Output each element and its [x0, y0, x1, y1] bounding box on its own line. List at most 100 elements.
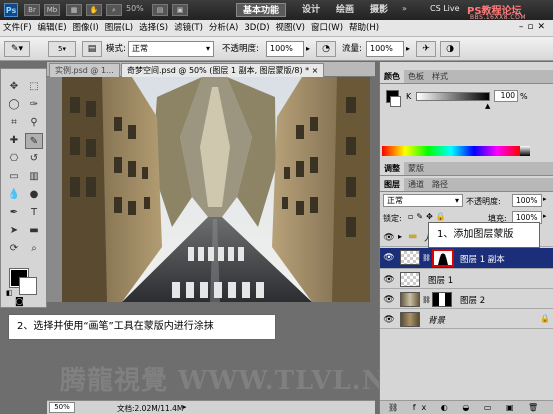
window-controls[interactable]: –▫✕: [519, 22, 549, 32]
layer-row[interactable]: 👁 图层 1: [380, 270, 553, 289]
document-canvas[interactable]: [62, 77, 370, 302]
visibility-eye-icon[interactable]: 👁: [383, 315, 395, 325]
brush-panel-toggle-icon[interactable]: ▤: [82, 41, 102, 57]
status-zoom-field[interactable]: 50%: [49, 402, 75, 413]
opacity-field[interactable]: 100%: [266, 41, 304, 57]
mini-bridge-icon[interactable]: Mb: [44, 4, 60, 16]
flow-field[interactable]: 100%: [366, 41, 404, 57]
menu-filter[interactable]: 滤镜(T): [171, 20, 206, 37]
path-select-tool-icon[interactable]: ➤: [5, 223, 23, 239]
marquee-tool-icon[interactable]: ⬚: [25, 79, 43, 95]
history-brush-tool-icon[interactable]: ↺: [25, 151, 43, 167]
clone-stamp-tool-icon[interactable]: ⎔: [5, 151, 23, 167]
menu-window[interactable]: 窗口(W): [308, 20, 346, 37]
workspace-design[interactable]: 设计: [296, 3, 326, 17]
move-tool-icon[interactable]: ✥: [5, 79, 23, 95]
menu-layer[interactable]: 图层(L): [102, 20, 136, 37]
3d-rotate-tool-icon[interactable]: ⟳: [5, 241, 23, 257]
status-menu-icon[interactable]: ▸: [183, 403, 187, 411]
visibility-eye-icon[interactable]: 👁: [383, 295, 395, 305]
brush-size-picker[interactable]: 5▾: [48, 41, 76, 57]
tab-paths[interactable]: 路径: [428, 178, 452, 191]
layer-mask-thumbnail[interactable]: [432, 249, 454, 267]
healing-brush-tool-icon[interactable]: ✚: [5, 133, 23, 149]
layers-panel-footer-icons[interactable]: ⛓ fx ◐ ◒ ▭ ▣ 🗑: [380, 400, 553, 414]
brush-tool-preset-icon[interactable]: ✎▾: [4, 41, 30, 57]
menu-help[interactable]: 帮助(H): [346, 20, 382, 37]
tab-swatches[interactable]: 色板: [404, 70, 428, 83]
brush-size-value: 5: [58, 45, 63, 53]
lasso-tool-icon[interactable]: ◯: [5, 97, 23, 113]
workspace-photography[interactable]: 摄影: [364, 3, 394, 17]
layer-row-selected[interactable]: 👁 ⛓ 图层 1 副本: [380, 248, 553, 269]
color-ramp-gray[interactable]: [520, 146, 530, 156]
screen-mode-icon[interactable]: ▣: [172, 4, 188, 16]
visibility-eye-icon[interactable]: 👁: [383, 233, 395, 243]
bridge-icon[interactable]: Br: [24, 4, 40, 16]
gradient-tool-icon[interactable]: ▥: [25, 169, 43, 185]
lock-icons[interactable]: ▫✎✥🔒: [408, 212, 449, 221]
zoom-tool-icon[interactable]: ⌕: [25, 241, 43, 257]
workspace-more-icon[interactable]: »: [402, 4, 407, 13]
blur-tool-icon[interactable]: 💧: [5, 187, 23, 203]
zoom-icon[interactable]: ⌕: [106, 4, 122, 16]
menu-file[interactable]: 文件(F): [0, 20, 35, 37]
site-watermark: 腾龍視覺 WWW.TLVL.NET: [60, 366, 428, 396]
brightness-value-field[interactable]: 100: [494, 90, 518, 102]
layer-opacity-dropdown-icon[interactable]: ▸: [543, 195, 547, 203]
tab-styles[interactable]: 样式: [428, 70, 452, 83]
workspace-essentials[interactable]: 基本功能: [236, 3, 287, 17]
layer-row[interactable]: 👁 ⛓ 图层 2: [380, 290, 553, 309]
tab-document-1[interactable]: 实例.psd @ 1...: [49, 63, 120, 77]
tablet-pressure-opacity-icon[interactable]: ◔: [316, 41, 336, 57]
visibility-eye-icon[interactable]: 👁: [383, 275, 395, 285]
document-size-info[interactable]: 文档:2.02M/11.4M: [117, 403, 183, 414]
airbrush-icon[interactable]: ✈: [416, 41, 436, 57]
menu-3d[interactable]: 3D(D): [241, 20, 272, 37]
quick-mask-icon[interactable]: ◙: [15, 297, 24, 307]
default-colors-icon[interactable]: ◧: [6, 289, 13, 297]
fill-dropdown-icon[interactable]: ▸: [543, 212, 547, 220]
eraser-tool-icon[interactable]: ▭: [5, 169, 23, 185]
tab-channels[interactable]: 通道: [404, 178, 428, 191]
opacity-dropdown-icon[interactable]: ▸: [306, 44, 310, 53]
tab-adjustments[interactable]: 调整: [380, 162, 404, 175]
menu-view[interactable]: 视图(V): [273, 20, 308, 37]
tab-layers[interactable]: 图层: [380, 178, 404, 191]
tablet-pressure-size-icon[interactable]: ◑: [440, 41, 460, 57]
hand-icon[interactable]: ✋: [86, 4, 102, 16]
view-extras-icon[interactable]: ▦: [66, 4, 82, 16]
flow-dropdown-icon[interactable]: ▸: [406, 44, 410, 53]
brightness-slider-track[interactable]: [416, 92, 490, 101]
expand-triangle-icon[interactable]: ▸: [398, 232, 402, 241]
crop-tool-icon[interactable]: ⌗: [5, 115, 23, 131]
zoom-level-dropdown[interactable]: 50%: [126, 4, 144, 13]
dodge-tool-icon[interactable]: ●: [25, 187, 43, 203]
tab-color[interactable]: 颜色: [380, 70, 404, 83]
menu-select[interactable]: 选择(S): [136, 20, 171, 37]
layer-blend-mode-select[interactable]: 正常 ▾: [383, 194, 463, 207]
workspace-painting[interactable]: 绘画: [330, 3, 360, 17]
brightness-slider-thumb[interactable]: ▲: [485, 102, 490, 110]
arrange-documents-icon[interactable]: ▤: [152, 4, 168, 16]
layer-row[interactable]: 👁 背景 🔒: [380, 310, 553, 329]
visibility-eye-icon[interactable]: 👁: [383, 253, 395, 263]
layer-opacity-field[interactable]: 100%: [512, 194, 542, 207]
tab-masks[interactable]: 蒙版: [404, 162, 428, 175]
tab-document-active[interactable]: 奇梦空间.psd @ 50% (图层 1 副本, 图层蒙版/8) * ×: [121, 63, 325, 77]
color-bg-swatch[interactable]: [390, 96, 401, 107]
menu-image[interactable]: 图像(I): [70, 20, 102, 37]
background-color-swatch[interactable]: [19, 277, 37, 295]
shape-tool-icon[interactable]: ▬: [25, 223, 43, 239]
pen-tool-icon[interactable]: ✒: [5, 205, 23, 221]
mode-select[interactable]: 正常 ▾: [128, 41, 214, 57]
menu-edit[interactable]: 编辑(E): [35, 20, 70, 37]
eyedropper-tool-icon[interactable]: ⚲: [25, 115, 43, 131]
menu-analysis[interactable]: 分析(A): [206, 20, 241, 37]
cs-live-button[interactable]: CS Live: [430, 4, 460, 13]
quick-select-tool-icon[interactable]: ✑: [25, 97, 43, 113]
brush-tool-icon[interactable]: ✎: [25, 133, 43, 149]
type-tool-icon[interactable]: T: [25, 205, 43, 221]
color-ramp[interactable]: [382, 146, 520, 156]
layer-mask-thumbnail[interactable]: [432, 292, 452, 307]
